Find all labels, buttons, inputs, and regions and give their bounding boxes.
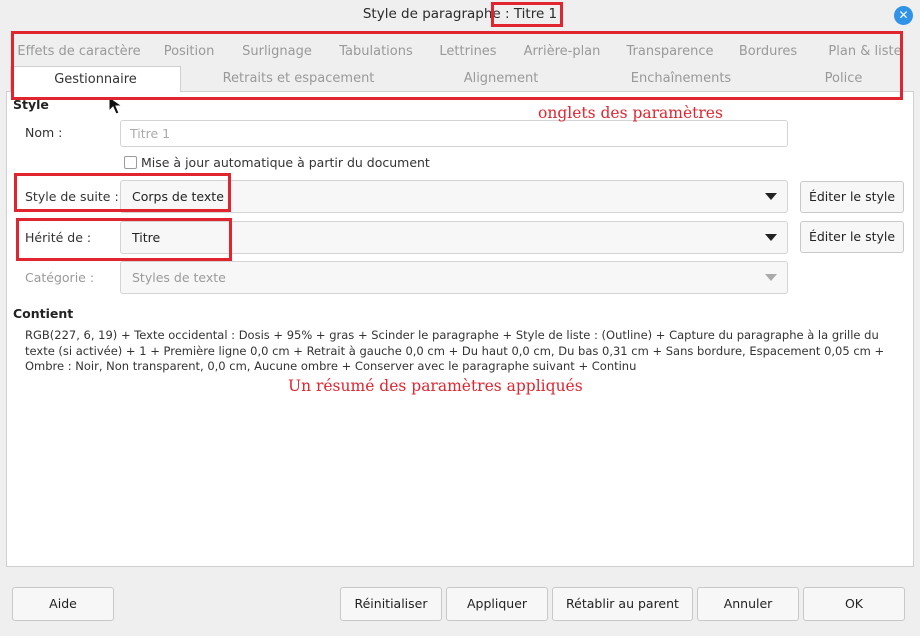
cancel-button[interactable]: Annuler <box>697 587 799 621</box>
tabs-highlight-box <box>11 31 903 100</box>
chevron-down-icon <box>765 274 777 281</box>
edit-next-style-button[interactable]: Éditer le style <box>800 181 904 213</box>
tabs-annotation: onglets des paramètres <box>538 104 723 122</box>
restore-parent-button[interactable]: Rétablir au parent <box>552 587 693 621</box>
category-value: Styles de texte <box>132 270 226 285</box>
ok-button[interactable]: OK <box>803 587 905 621</box>
contains-section-title: Contient <box>13 306 74 321</box>
chevron-down-icon <box>765 193 777 200</box>
auto-update-label: Mise à jour automatique à partir du docu… <box>141 155 430 170</box>
reset-button[interactable]: Réinitialiser <box>340 587 442 621</box>
window-title: Style de paragraphe : Titre 1 <box>362 6 558 22</box>
auto-update-checkbox[interactable] <box>124 156 137 169</box>
apply-button[interactable]: Appliquer <box>446 587 548 621</box>
category-label: Catégorie : <box>25 270 95 285</box>
chevron-down-icon <box>765 234 777 241</box>
help-button[interactable]: Aide <box>12 587 114 621</box>
summary-annotation: Un résumé des paramètres appliqués <box>288 377 583 395</box>
name-label: Nom : <box>25 125 63 140</box>
edit-inherit-style-button[interactable]: Éditer le style <box>800 221 904 253</box>
category-dropdown[interactable]: Styles de texte <box>120 261 788 294</box>
close-icon[interactable]: ✕ <box>894 6 913 25</box>
title-highlight-box <box>491 2 563 27</box>
inherit-highlight-box <box>16 218 232 261</box>
contains-summary-text: RGB(227, 6, 19) + Texte occidental : Dos… <box>25 328 885 373</box>
next-style-highlight-box <box>14 173 231 212</box>
name-input[interactable]: Titre 1 <box>120 120 788 147</box>
